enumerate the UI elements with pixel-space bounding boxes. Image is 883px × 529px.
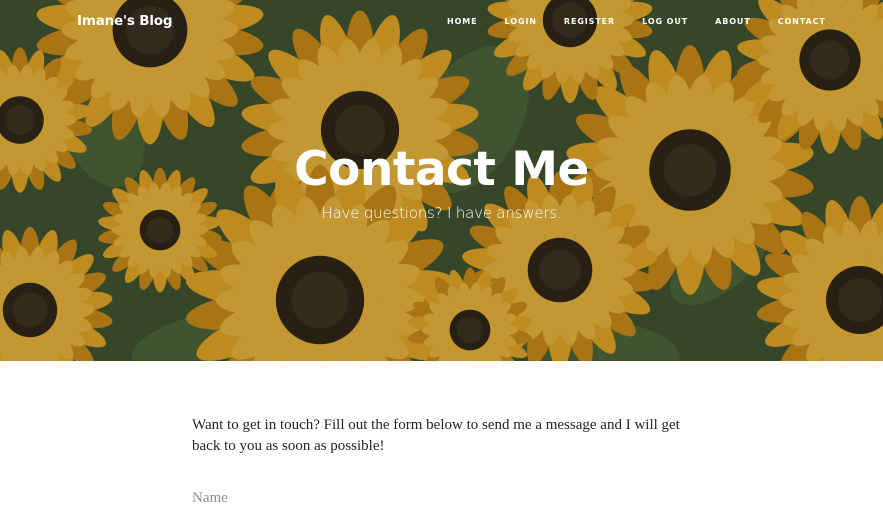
hero-heading: Contact Me Have questions? I have answer… [0, 140, 883, 222]
nav-log-out[interactable]: LOG OUT [642, 17, 688, 26]
nav-contact[interactable]: CONTACT [778, 17, 826, 26]
hero-header: Imane's Blog HOME LOGIN REGISTER LOG OUT… [0, 0, 883, 361]
name-field-group [192, 489, 692, 529]
nav-links: HOME LOGIN REGISTER LOG OUT ABOUT CONTAC… [447, 17, 853, 26]
nav-about[interactable]: ABOUT [715, 17, 751, 26]
brand-link[interactable]: Imane's Blog [77, 13, 172, 29]
name-input[interactable] [192, 490, 692, 507]
page-subtitle: Have questions? I have answers. [321, 204, 562, 222]
nav-home[interactable]: HOME [447, 17, 478, 26]
contact-intro-text: Want to get in touch? Fill out the form … [192, 417, 680, 454]
navbar: Imane's Blog HOME LOGIN REGISTER LOG OUT… [0, 0, 883, 46]
nav-register[interactable]: REGISTER [564, 17, 615, 26]
nav-login[interactable]: LOGIN [505, 17, 537, 26]
main-content: Want to get in touch? Fill out the form … [192, 415, 692, 529]
page-title: Contact Me [294, 142, 589, 197]
